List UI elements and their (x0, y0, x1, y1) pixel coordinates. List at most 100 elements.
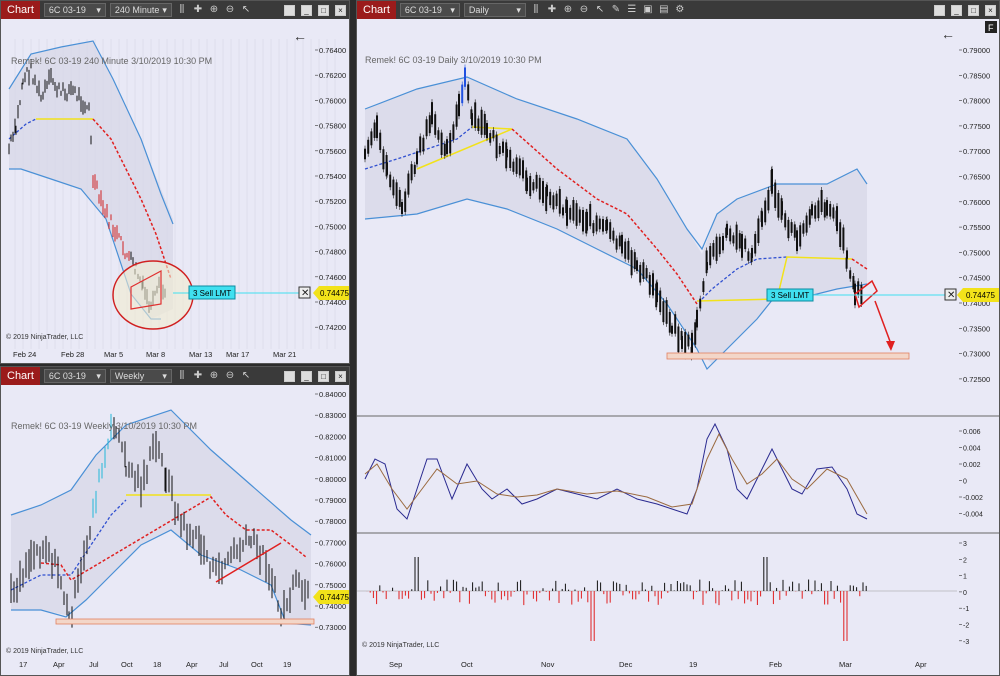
minimize-icon[interactable]: _ (301, 4, 312, 16)
date-tick-label: Apr (53, 660, 65, 669)
properties-icon[interactable]: ☰ (626, 3, 638, 17)
pointer-icon[interactable]: ↖ (240, 369, 252, 383)
zoom-out-icon[interactable]: ⊖ (224, 3, 236, 17)
price-panel[interactable]: Remek! 6C 03-19 Weekly 3/10/2019 10:30 P… (1, 385, 349, 675)
window-menu-icon[interactable] (284, 4, 295, 16)
sell-limit-order-label: 3 Sell LMT (193, 289, 231, 298)
chart-window-240min: Chart 6C 03-19 ▾ 240 Minute ▾ ⫼ ✚ ⊕ ⊖ ↖ _ … (0, 0, 350, 364)
axis-tick-label: 0.74500 (963, 274, 990, 283)
axis-tick-label: 0.006 (963, 429, 981, 436)
interval-select[interactable]: Weekly ▾ (109, 369, 172, 383)
back-arrow-icon[interactable]: ← (293, 28, 307, 44)
price-axis[interactable]: 0.79000 0.78500 0.78000 0.77500 0.77000 0.765… (959, 46, 990, 384)
chart-menu-button[interactable]: Chart (1, 367, 40, 385)
chart-menu-button[interactable]: Chart (1, 1, 40, 19)
instrument-select[interactable]: 6C 03-19 ▾ (43, 369, 106, 383)
date-axis[interactable]: 17 Apr Jul Oct 18 Apr Jul Oct 19 (19, 660, 291, 669)
chart-title: Remek! 6C 03-19 Weekly 3/10/2019 10:30 P… (11, 421, 197, 431)
copyright-text: © 2019 NinjaTrader, LLC (362, 641, 439, 649)
interval-select[interactable]: Daily ▾ (463, 3, 526, 17)
histogram-bars (366, 557, 867, 641)
dom-icon[interactable]: ▤ (658, 3, 670, 17)
chart-menu-button[interactable]: Chart (357, 1, 396, 19)
instrument-value: 6C 03-19 (404, 5, 442, 15)
date-tick-label: 17 (19, 660, 27, 669)
close-icon: ✕ (947, 290, 955, 301)
projection-arrow-line (874, 300, 892, 345)
chart-svg: Remek! 6C 03-19 Weekly 3/10/2019 10:30 P… (6, 390, 349, 669)
draw-tool-icon[interactable]: ✎ (610, 3, 622, 17)
bars-icon[interactable]: ⫼ (530, 3, 542, 17)
price-panel[interactable]: 3 Sell LMT ✕ Remek! 6C 03-19 240 Minute … (1, 19, 349, 363)
instrument-value: 6C 03-19 (48, 5, 86, 15)
bars-icon[interactable]: ⫼ (176, 3, 188, 17)
axis-tick-label: -3 (963, 639, 969, 646)
projection-arrow-head (886, 341, 895, 351)
oscillator-line-brown (364, 432, 868, 515)
axis-tick-label: 0.78500 (963, 71, 990, 80)
date-axis[interactable]: Feb 24 Feb 28 Mar 5 Mar 8 Mar 13 Mar 17 Mar 21 (13, 350, 296, 359)
chevron-down-icon: ▾ (96, 371, 101, 381)
close-icon[interactable]: × (985, 4, 996, 16)
sell-limit-order-label: 3 Sell LMT (771, 291, 809, 300)
crosshair-icon[interactable]: ✚ (192, 369, 204, 383)
chart-title: Remek! 6C 03-19 Daily 3/10/2019 10:30 PM (365, 55, 542, 65)
date-tick-label: Oct (121, 660, 134, 669)
pointer-icon[interactable]: ↖ (594, 3, 606, 17)
date-tick-label: Nov (541, 660, 555, 669)
bars-icon[interactable]: ⫼ (176, 369, 188, 383)
support-zone (55, 618, 315, 625)
axis-tick-label: 0.76500 (963, 173, 990, 182)
maximize-icon[interactable]: □ (318, 4, 329, 16)
axis-tick-label: 0.76400 (319, 46, 346, 55)
date-axis[interactable]: Sep Oct Nov Dec 19 Feb Mar Apr (389, 660, 927, 669)
maximize-icon[interactable]: □ (318, 370, 329, 382)
crosshair-icon[interactable]: ✚ (546, 3, 558, 17)
date-tick-label: Mar 21 (273, 350, 296, 359)
minimize-icon[interactable]: _ (301, 370, 312, 382)
date-tick-label: Jul (89, 660, 99, 669)
highlight-ellipse (112, 260, 194, 330)
zoom-out-icon[interactable]: ⊖ (224, 369, 236, 383)
histogram-axis[interactable]: 3 2 1 0 -1 -2 -3 (959, 541, 969, 646)
axis-tick-label: -0.004 (963, 512, 983, 519)
instrument-select[interactable]: 6C 03-19 ▾ (399, 3, 460, 17)
window-menu-icon[interactable] (284, 370, 295, 382)
axis-tick-label: -1 (963, 606, 969, 613)
axis-tick-label: -0.002 (963, 495, 983, 502)
back-arrow-icon[interactable]: ← (941, 26, 955, 42)
date-tick-label: Jul (219, 660, 229, 669)
chart-window-weekly: Chart 6C 03-19 ▾ Weekly ▾ ⫼ ✚ ⊕ ⊖ ↖ _ □ × … (0, 366, 350, 676)
maximize-icon[interactable]: □ (968, 4, 979, 16)
strategy-icon[interactable]: ⚙ (674, 3, 686, 17)
axis-tick-label: 3 (963, 541, 967, 548)
axis-tick-label: 0.72500 (963, 375, 990, 384)
instrument-select[interactable]: 6C 03-19 ▾ (43, 3, 106, 17)
date-tick-label: Oct (461, 660, 474, 669)
window-menu-icon[interactable] (934, 4, 945, 16)
interval-value: 240 Minute (114, 5, 160, 15)
axis-tick-label: 0 (963, 590, 967, 597)
oscillator-axis[interactable]: 0.006 0.004 0.002 0 -0.002 -0.004 (959, 429, 983, 519)
zoom-in-icon[interactable]: ⊕ (208, 369, 220, 383)
date-tick-label: Mar 5 (104, 350, 123, 359)
template-icon[interactable]: ▣ (642, 3, 654, 17)
axis-tick-label: 0.75000 (319, 222, 346, 231)
close-icon[interactable]: × (335, 370, 346, 382)
axis-tick-label: 0.76200 (319, 71, 346, 80)
axis-tick-label: 0.76000 (963, 198, 990, 207)
crosshair-icon[interactable]: ✚ (192, 3, 204, 17)
axis-tick-label: 0.74600 (319, 273, 346, 282)
chart-area[interactable]: 3 Sell LMT ✕ Remek! 6C 03-19 Daily 3/10/… (357, 19, 999, 675)
minimize-icon[interactable]: _ (951, 4, 962, 16)
axis-tick-label: 0.74200 (319, 323, 346, 332)
axis-tick-label: 0.81000 (319, 454, 346, 463)
interval-select[interactable]: 240 Minute ▾ (109, 3, 172, 17)
copyright-text: © 2019 NinjaTrader, LLC (6, 333, 83, 341)
zoom-in-icon[interactable]: ⊕ (562, 3, 574, 17)
zoom-out-icon[interactable]: ⊖ (578, 3, 590, 17)
pointer-icon[interactable]: ↖ (240, 3, 252, 17)
zoom-in-icon[interactable]: ⊕ (208, 3, 220, 17)
close-icon[interactable]: × (335, 4, 346, 16)
instrument-value: 6C 03-19 (48, 371, 86, 381)
